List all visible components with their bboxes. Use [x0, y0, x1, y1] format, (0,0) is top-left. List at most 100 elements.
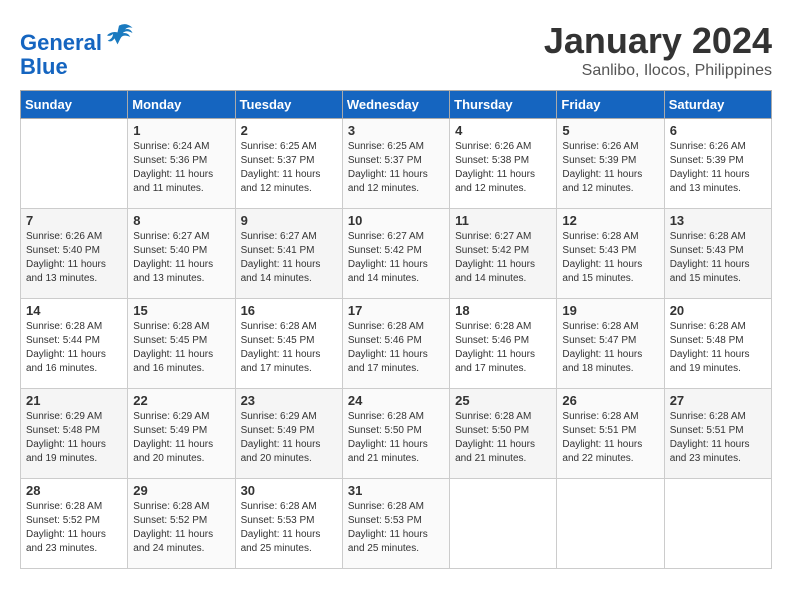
day-number: 5	[562, 123, 658, 138]
calendar-cell: 3 Sunrise: 6:25 AMSunset: 5:37 PMDaylight…	[342, 119, 449, 209]
day-number: 8	[133, 213, 229, 228]
calendar-cell: 19Sunrise: 6:28 AMSunset: 5:47 PMDayligh…	[557, 299, 664, 389]
day-number: 6	[670, 123, 766, 138]
calendar-cell: 10Sunrise: 6:27 AMSunset: 5:42 PMDayligh…	[342, 209, 449, 299]
day-number: 27	[670, 393, 766, 408]
calendar-cell: 28Sunrise: 6:28 AMSunset: 5:52 PMDayligh…	[21, 479, 128, 569]
calendar-cell	[450, 479, 557, 569]
day-number: 10	[348, 213, 444, 228]
day-info: Sunrise: 6:24 AMSunset: 5:36 PMDaylight:…	[133, 140, 229, 196]
calendar-week-1: 1 Sunrise: 6:24 AMSunset: 5:36 PMDaylight…	[21, 119, 772, 209]
day-info: Sunrise: 6:28 AMSunset: 5:46 PMDaylight:…	[348, 320, 444, 376]
calendar-table: Sunday Monday Tuesday Wednesday Thursday…	[20, 90, 772, 569]
logo: General Blue	[20, 20, 134, 79]
day-number: 4	[455, 123, 551, 138]
calendar-cell: 7Sunrise: 6:26 AMSunset: 5:40 PMDaylight…	[21, 209, 128, 299]
day-number: 31	[348, 483, 444, 498]
month-title: January 2024	[544, 20, 772, 62]
logo-bird-icon	[104, 20, 134, 50]
day-info: Sunrise: 6:29 AMSunset: 5:48 PMDaylight:…	[26, 410, 122, 466]
day-number: 20	[670, 303, 766, 318]
day-info: Sunrise: 6:29 AMSunset: 5:49 PMDaylight:…	[241, 410, 337, 466]
header-monday: Monday	[128, 91, 235, 119]
calendar-cell: 9 Sunrise: 6:27 AMSunset: 5:41 PMDaylight…	[235, 209, 342, 299]
day-number: 30	[241, 483, 337, 498]
header-tuesday: Tuesday	[235, 91, 342, 119]
day-info: Sunrise: 6:28 AMSunset: 5:51 PMDaylight:…	[670, 410, 766, 466]
calendar-week-4: 21 Sunrise: 6:29 AMSunset: 5:48 PMDayligh…	[21, 389, 772, 479]
logo-text: General	[20, 20, 134, 55]
calendar-week-2: 7Sunrise: 6:26 AMSunset: 5:40 PMDaylight…	[21, 209, 772, 299]
page-header: General Blue January 2024 Sanlibo, Iloco…	[20, 20, 772, 80]
day-info: Sunrise: 6:27 AMSunset: 5:41 PMDaylight:…	[241, 230, 337, 286]
header-friday: Friday	[557, 91, 664, 119]
calendar-cell: 17Sunrise: 6:28 AMSunset: 5:46 PMDayligh…	[342, 299, 449, 389]
day-info: Sunrise: 6:28 AMSunset: 5:50 PMDaylight:…	[348, 410, 444, 466]
day-info: Sunrise: 6:27 AMSunset: 5:42 PMDaylight:…	[455, 230, 551, 286]
day-info: Sunrise: 6:27 AMSunset: 5:40 PMDaylight:…	[133, 230, 229, 286]
day-number: 22	[133, 393, 229, 408]
header-saturday: Saturday	[664, 91, 771, 119]
location-subtitle: Sanlibo, Ilocos, Philippines	[544, 62, 772, 80]
day-info: Sunrise: 6:28 AMSunset: 5:51 PMDaylight:…	[562, 410, 658, 466]
logo-blue-text: Blue	[20, 55, 134, 79]
day-number: 9	[241, 213, 337, 228]
day-info: Sunrise: 6:28 AMSunset: 5:52 PMDaylight:…	[133, 500, 229, 556]
day-number: 19	[562, 303, 658, 318]
calendar-cell: 20 Sunrise: 6:28 AMSunset: 5:48 PMDayligh…	[664, 299, 771, 389]
calendar-cell: 5 Sunrise: 6:26 AMSunset: 5:39 PMDaylight…	[557, 119, 664, 209]
calendar-cell: 2Sunrise: 6:25 AMSunset: 5:37 PMDaylight…	[235, 119, 342, 209]
day-number: 12	[562, 213, 658, 228]
day-number: 24	[348, 393, 444, 408]
calendar-cell: 26Sunrise: 6:28 AMSunset: 5:51 PMDayligh…	[557, 389, 664, 479]
day-number: 3	[348, 123, 444, 138]
day-info: Sunrise: 6:28 AMSunset: 5:48 PMDaylight:…	[670, 320, 766, 376]
calendar-cell: 24 Sunrise: 6:28 AMSunset: 5:50 PMDayligh…	[342, 389, 449, 479]
day-info: Sunrise: 6:28 AMSunset: 5:45 PMDaylight:…	[241, 320, 337, 376]
day-info: Sunrise: 6:29 AMSunset: 5:49 PMDaylight:…	[133, 410, 229, 466]
day-info: Sunrise: 6:26 AMSunset: 5:39 PMDaylight:…	[670, 140, 766, 196]
day-number: 1	[133, 123, 229, 138]
day-number: 15	[133, 303, 229, 318]
calendar-cell: 22 Sunrise: 6:29 AMSunset: 5:49 PMDayligh…	[128, 389, 235, 479]
day-info: Sunrise: 6:28 AMSunset: 5:53 PMDaylight:…	[241, 500, 337, 556]
day-info: Sunrise: 6:28 AMSunset: 5:53 PMDaylight:…	[348, 500, 444, 556]
day-number: 7	[26, 213, 122, 228]
day-info: Sunrise: 6:26 AMSunset: 5:38 PMDaylight:…	[455, 140, 551, 196]
day-number: 25	[455, 393, 551, 408]
calendar-cell: 16 Sunrise: 6:28 AMSunset: 5:45 PMDayligh…	[235, 299, 342, 389]
calendar-header-row: Sunday Monday Tuesday Wednesday Thursday…	[21, 91, 772, 119]
day-number: 18	[455, 303, 551, 318]
day-number: 2	[241, 123, 337, 138]
header-sunday: Sunday	[21, 91, 128, 119]
day-info: Sunrise: 6:25 AMSunset: 5:37 PMDaylight:…	[348, 140, 444, 196]
day-info: Sunrise: 6:28 AMSunset: 5:43 PMDaylight:…	[670, 230, 766, 286]
calendar-week-5: 28Sunrise: 6:28 AMSunset: 5:52 PMDayligh…	[21, 479, 772, 569]
calendar-cell: 25Sunrise: 6:28 AMSunset: 5:50 PMDayligh…	[450, 389, 557, 479]
calendar-cell: 1 Sunrise: 6:24 AMSunset: 5:36 PMDaylight…	[128, 119, 235, 209]
day-number: 16	[241, 303, 337, 318]
day-number: 23	[241, 393, 337, 408]
header-wednesday: Wednesday	[342, 91, 449, 119]
calendar-cell: 8 Sunrise: 6:27 AMSunset: 5:40 PMDaylight…	[128, 209, 235, 299]
calendar-cell: 27 Sunrise: 6:28 AMSunset: 5:51 PMDayligh…	[664, 389, 771, 479]
calendar-cell: 15Sunrise: 6:28 AMSunset: 5:45 PMDayligh…	[128, 299, 235, 389]
calendar-cell: 18 Sunrise: 6:28 AMSunset: 5:46 PMDayligh…	[450, 299, 557, 389]
day-number: 11	[455, 213, 551, 228]
header-thursday: Thursday	[450, 91, 557, 119]
calendar-cell	[664, 479, 771, 569]
calendar-cell: 12Sunrise: 6:28 AMSunset: 5:43 PMDayligh…	[557, 209, 664, 299]
calendar-cell: 23 Sunrise: 6:29 AMSunset: 5:49 PMDayligh…	[235, 389, 342, 479]
day-number: 29	[133, 483, 229, 498]
day-info: Sunrise: 6:28 AMSunset: 5:46 PMDaylight:…	[455, 320, 551, 376]
day-number: 13	[670, 213, 766, 228]
day-number: 14	[26, 303, 122, 318]
calendar-cell: 6 Sunrise: 6:26 AMSunset: 5:39 PMDaylight…	[664, 119, 771, 209]
calendar-cell: 13 Sunrise: 6:28 AMSunset: 5:43 PMDayligh…	[664, 209, 771, 299]
day-number: 21	[26, 393, 122, 408]
day-info: Sunrise: 6:26 AMSunset: 5:39 PMDaylight:…	[562, 140, 658, 196]
calendar-cell: 30 Sunrise: 6:28 AMSunset: 5:53 PMDayligh…	[235, 479, 342, 569]
day-info: Sunrise: 6:28 AMSunset: 5:44 PMDaylight:…	[26, 320, 122, 376]
calendar-cell: 29 Sunrise: 6:28 AMSunset: 5:52 PMDayligh…	[128, 479, 235, 569]
title-block: January 2024 Sanlibo, Ilocos, Philippine…	[544, 20, 772, 80]
